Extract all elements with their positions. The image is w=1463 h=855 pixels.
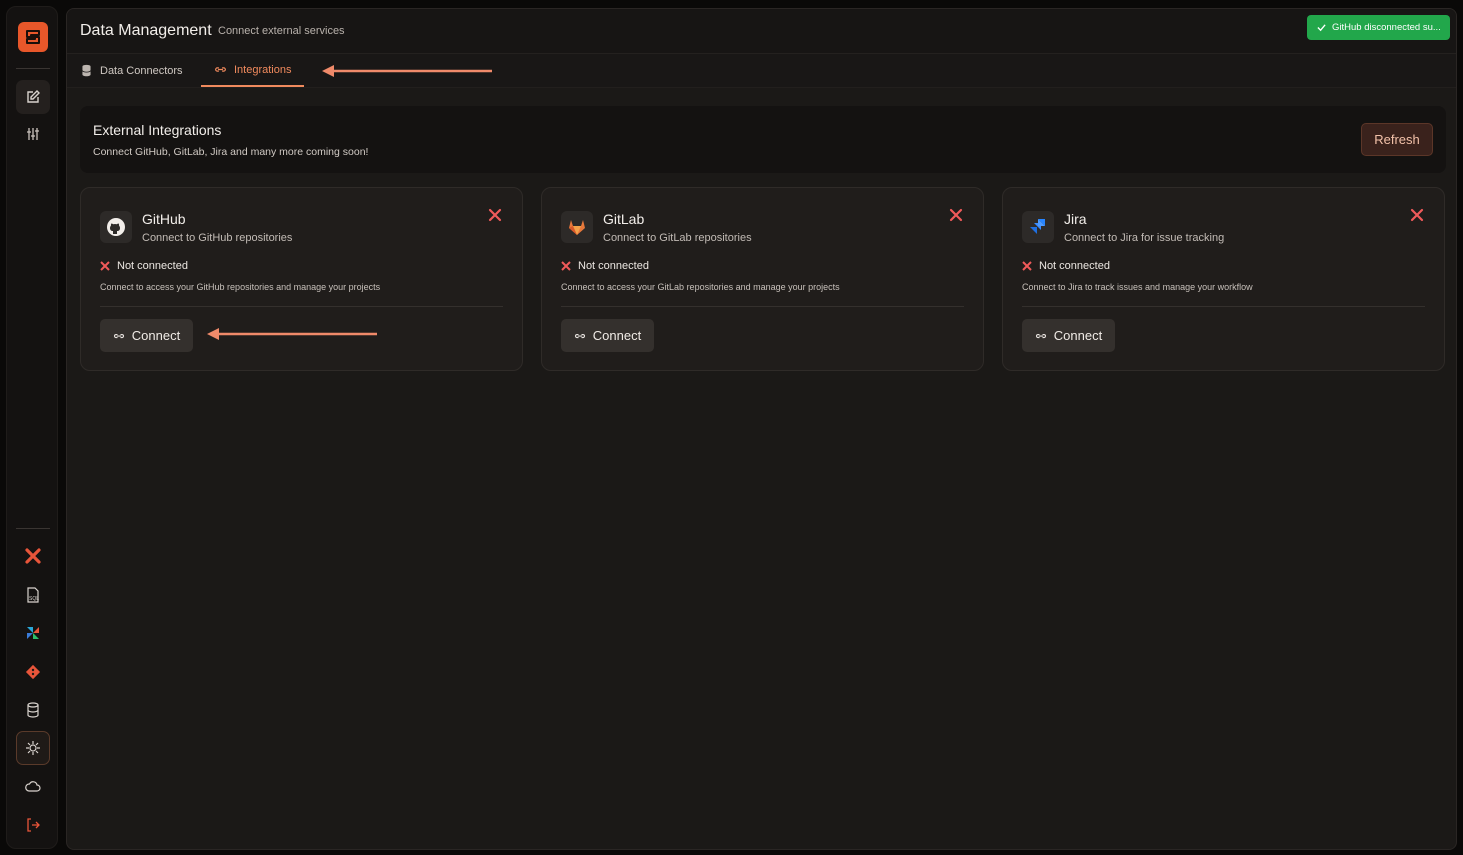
card-description: Connect to GitLab repositories [603, 232, 752, 244]
integrations-icon[interactable] [16, 731, 50, 765]
connection-status: Not connected [1022, 260, 1110, 272]
x-icon [561, 261, 571, 271]
check-icon [1317, 24, 1326, 32]
edit-icon[interactable] [16, 80, 50, 114]
sidebar-divider [16, 528, 50, 529]
app-logo[interactable] [18, 22, 48, 52]
app-window: SQL Data Management Connect external ser… [0, 0, 1463, 855]
button-label: Connect [131, 328, 181, 343]
integration-card-jira: Jira Connect to Jira for issue tracking … [1002, 187, 1445, 371]
card-title: GitHub [142, 211, 186, 227]
git-icon[interactable] [16, 655, 50, 689]
tab-data-connectors[interactable]: Data Connectors [80, 54, 183, 87]
page-subtitle: Connect external services [218, 25, 345, 37]
button-label: Connect [592, 328, 642, 343]
toast-text: GitHub disconnected su... [1332, 22, 1441, 33]
card-description: Connect to GitHub repositories [142, 232, 293, 244]
close-icon[interactable] [488, 208, 502, 222]
status-note: Connect to access your GitHub repositori… [100, 282, 381, 292]
page-title: Data Management [80, 22, 212, 39]
link-icon [113, 333, 124, 338]
status-text: Not connected [117, 260, 188, 272]
tab-label: Data Connectors [100, 64, 183, 77]
status-text: Not connected [578, 260, 649, 272]
sliders-icon[interactable] [16, 117, 50, 151]
jira-icon [1022, 211, 1054, 243]
tab-label: Integrations [234, 63, 292, 76]
connect-button[interactable]: Connect [561, 319, 654, 352]
cloud-icon[interactable] [16, 770, 50, 804]
integration-card-gitlab: GitLab Connect to GitLab repositories No… [541, 187, 984, 371]
database-icon[interactable] [16, 693, 50, 727]
connection-status: Not connected [100, 260, 188, 272]
svg-text:SQL: SQL [29, 596, 39, 602]
main-panel: Data Management Connect external service… [66, 8, 1457, 850]
link-icon [574, 333, 585, 338]
card-divider [100, 306, 503, 307]
connect-button[interactable]: Connect [1022, 319, 1115, 352]
sql-file-icon[interactable]: SQL [16, 578, 50, 612]
github-icon [100, 211, 132, 243]
annotation-arrow [207, 328, 377, 340]
database-icon [82, 64, 91, 77]
gitlab-icon [561, 211, 593, 243]
link-icon [1035, 333, 1046, 338]
refresh-button[interactable]: Refresh [1361, 123, 1433, 156]
close-icon[interactable] [949, 208, 963, 222]
page-header: Data Management Connect external service… [67, 9, 1456, 54]
connection-status: Not connected [561, 260, 649, 272]
external-integrations-panel: External Integrations Connect GitHub, Gi… [80, 106, 1446, 173]
close-icon[interactable] [1410, 208, 1424, 222]
status-note: Connect to Jira to track issues and mana… [1022, 282, 1253, 292]
card-divider [561, 306, 964, 307]
card-title: Jira [1064, 211, 1087, 227]
status-text: Not connected [1039, 260, 1110, 272]
pinwheel-icon[interactable] [16, 616, 50, 650]
annotation-arrow [322, 65, 492, 77]
button-label: Connect [1053, 328, 1103, 343]
sidebar-divider [16, 68, 50, 69]
section-subtitle: Connect GitHub, GitLab, Jira and many mo… [93, 146, 369, 158]
link-icon [215, 67, 226, 72]
x-brand-icon[interactable] [16, 539, 50, 573]
sidebar: SQL [6, 6, 58, 849]
status-note: Connect to access your GitLab repositori… [561, 282, 840, 292]
tab-integrations[interactable]: Integrations [201, 54, 305, 87]
x-icon [100, 261, 110, 271]
toast-notification[interactable]: GitHub disconnected su... [1307, 15, 1450, 40]
section-title: External Integrations [93, 122, 222, 138]
integration-card-github: GitHub Connect to GitHub repositories No… [80, 187, 523, 371]
x-icon [1022, 261, 1032, 271]
logout-icon[interactable] [16, 808, 50, 842]
card-title: GitLab [603, 211, 645, 227]
connect-button[interactable]: Connect [100, 319, 193, 352]
card-description: Connect to Jira for issue tracking [1064, 232, 1225, 244]
tab-bar: Data Connectors Integrations [67, 54, 1456, 88]
card-divider [1022, 306, 1425, 307]
